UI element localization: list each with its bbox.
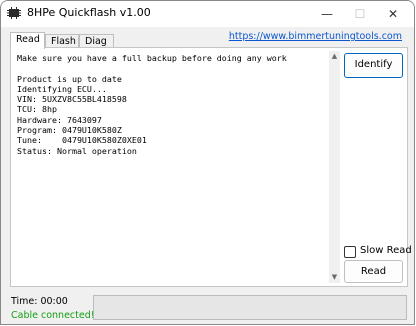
window-title: 8HPe Quickflash v1.00 (27, 6, 151, 19)
progress-bar (93, 295, 407, 320)
tab-diag[interactable]: Diag (79, 34, 114, 48)
log-line: Tune: 0479U10K580Z0XE01 (17, 135, 147, 146)
connection-status: Cable connected! (11, 310, 95, 321)
maximize-icon: ☐ (354, 7, 366, 21)
log-line: Status: Normal operation (17, 145, 137, 156)
minimize-icon: — (321, 7, 333, 21)
read-button[interactable]: Read (344, 260, 403, 283)
slow-read-check-box[interactable] (344, 246, 356, 258)
log-line: Identifying ECU... (17, 83, 107, 94)
log-line: VIN: 5UXZV8C55BL418598 (17, 94, 127, 105)
scroll-up-arrow-icon[interactable]: ▲ (329, 51, 340, 62)
close-button[interactable]: ✕ (371, 1, 414, 27)
log-line: Product is up to date (17, 73, 122, 84)
slow-read-label: Slow Read (360, 245, 412, 256)
close-icon: ✕ (387, 7, 399, 21)
time-label: Time: 00:00 (11, 296, 68, 307)
log-line: Hardware: 7643097 (17, 114, 102, 125)
chip-icon (7, 7, 21, 19)
read-tab-panel: Make sure you have a full backup before … (10, 47, 412, 287)
scroll-down-arrow-icon[interactable]: ▼ (329, 272, 340, 283)
log-line: Make sure you have a full backup before … (17, 53, 287, 63)
log-scrollbar[interactable]: ▲ ▼ (329, 51, 340, 283)
app-window: 8HPe Quickflash v1.00 — ☐ ✕ https://www.… (0, 0, 415, 325)
log-output[interactable]: Make sure you have a full backup before … (14, 51, 338, 283)
log-line: Program: 0479U10K580Z (17, 125, 122, 136)
tab-flash[interactable]: Flash (45, 34, 79, 48)
identify-button[interactable]: Identify (344, 53, 403, 78)
tab-read[interactable]: Read (10, 32, 45, 49)
title-bar[interactable]: 8HPe Quickflash v1.00 — ☐ ✕ (1, 1, 414, 27)
website-link[interactable]: https://www.bimmertuningtools.com (229, 31, 402, 42)
log-line: TCU: 8hp (17, 104, 57, 115)
